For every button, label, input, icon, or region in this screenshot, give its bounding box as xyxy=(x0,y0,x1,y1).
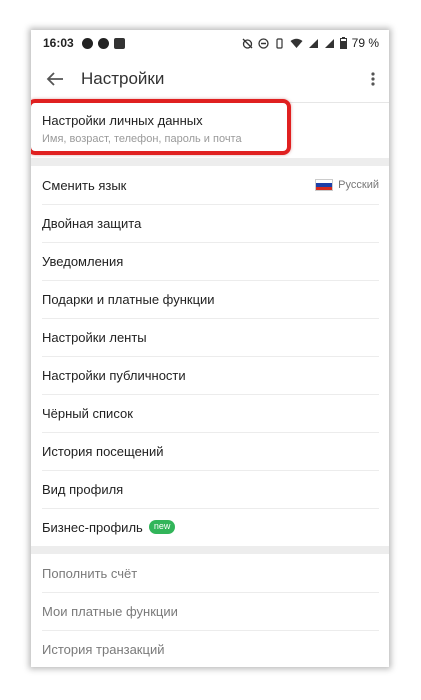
settings-item-label: Вид профиля xyxy=(42,481,124,497)
more-vert-icon xyxy=(371,72,375,86)
do-not-disturb-icon xyxy=(257,37,269,49)
settings-item-blacklist[interactable]: Чёрный список xyxy=(31,394,389,432)
settings-item-publicity[interactable]: Настройки публичности xyxy=(31,356,389,394)
payment-item-my-paid-functions[interactable]: Мои платные функции xyxy=(31,592,389,630)
battery-icon xyxy=(339,37,347,49)
settings-item-label: Двойная защита xyxy=(42,215,142,231)
language-value: Русский xyxy=(315,179,379,191)
more-options-button[interactable] xyxy=(357,56,389,102)
russia-flag-icon xyxy=(315,179,334,191)
settings-item-label: Уведомления xyxy=(42,253,124,269)
payment-item-transaction-history[interactable]: История транзакций xyxy=(31,630,389,667)
vibrate-icon xyxy=(276,37,283,49)
circle-notification-icon xyxy=(97,37,109,49)
signal-icon xyxy=(308,38,318,48)
signal-icon-2 xyxy=(324,38,334,48)
settings-item-label: История посещений xyxy=(42,443,164,459)
section-divider xyxy=(31,546,389,554)
settings-item-two-factor[interactable]: Двойная защита xyxy=(31,204,389,242)
settings-item-label: Подарки и платные функции xyxy=(42,291,215,307)
settings-list: Сменить язык Русский Двойная защита Увед… xyxy=(31,166,389,546)
settings-item-notifications[interactable]: Уведомления xyxy=(31,242,389,280)
wifi-icon xyxy=(290,38,303,48)
payment-item-top-up[interactable]: Пополнить счёт xyxy=(31,554,389,592)
status-time: 16:03 xyxy=(43,36,74,50)
page-title: Настройки xyxy=(81,69,165,88)
settings-item-profile-view[interactable]: Вид профиля xyxy=(31,470,389,508)
payment-item-label: История транзакций xyxy=(42,641,165,657)
settings-item-label: Бизнес-профиль xyxy=(42,519,143,535)
settings-item-visit-history[interactable]: История посещений xyxy=(31,432,389,470)
personal-data-item[interactable]: Настройки личных данных Имя, возраст, те… xyxy=(31,99,389,158)
payment-item-label: Пополнить счёт xyxy=(42,565,138,581)
section-divider xyxy=(31,158,389,166)
settings-item-label: Настройки ленты xyxy=(42,329,147,345)
toolbar: Настройки xyxy=(31,56,389,103)
settings-item-feed[interactable]: Настройки ленты xyxy=(31,318,389,356)
notification-icon xyxy=(81,37,93,49)
new-badge: new xyxy=(148,520,176,534)
back-button[interactable] xyxy=(33,56,77,102)
language-item[interactable]: Сменить язык Русский xyxy=(31,166,389,204)
app-notification-icon xyxy=(113,37,125,49)
phone-screen: 16:03 79 % Настройки Настройки личных да… xyxy=(31,30,389,667)
settings-item-gifts[interactable]: Подарки и платные функции xyxy=(31,280,389,318)
status-bar: 16:03 79 % xyxy=(31,30,389,56)
payment-item-label: Мои платные функции xyxy=(42,603,178,619)
status-icons: 79 % xyxy=(242,36,379,50)
battery-percent: 79 % xyxy=(351,36,379,50)
settings-item-label: Настройки публичности xyxy=(42,367,186,383)
payment-list: Пополнить счёт Мои платные функции Истор… xyxy=(31,554,389,667)
language-value-text: Русский xyxy=(338,179,379,191)
language-label: Сменить язык xyxy=(42,177,127,193)
settings-item-label: Чёрный список xyxy=(42,405,133,421)
highlight-frame xyxy=(31,99,291,155)
alarm-off-icon xyxy=(242,38,253,49)
arrow-left-icon xyxy=(46,72,63,86)
settings-item-business-profile[interactable]: Бизнес-профиль new xyxy=(31,508,389,546)
